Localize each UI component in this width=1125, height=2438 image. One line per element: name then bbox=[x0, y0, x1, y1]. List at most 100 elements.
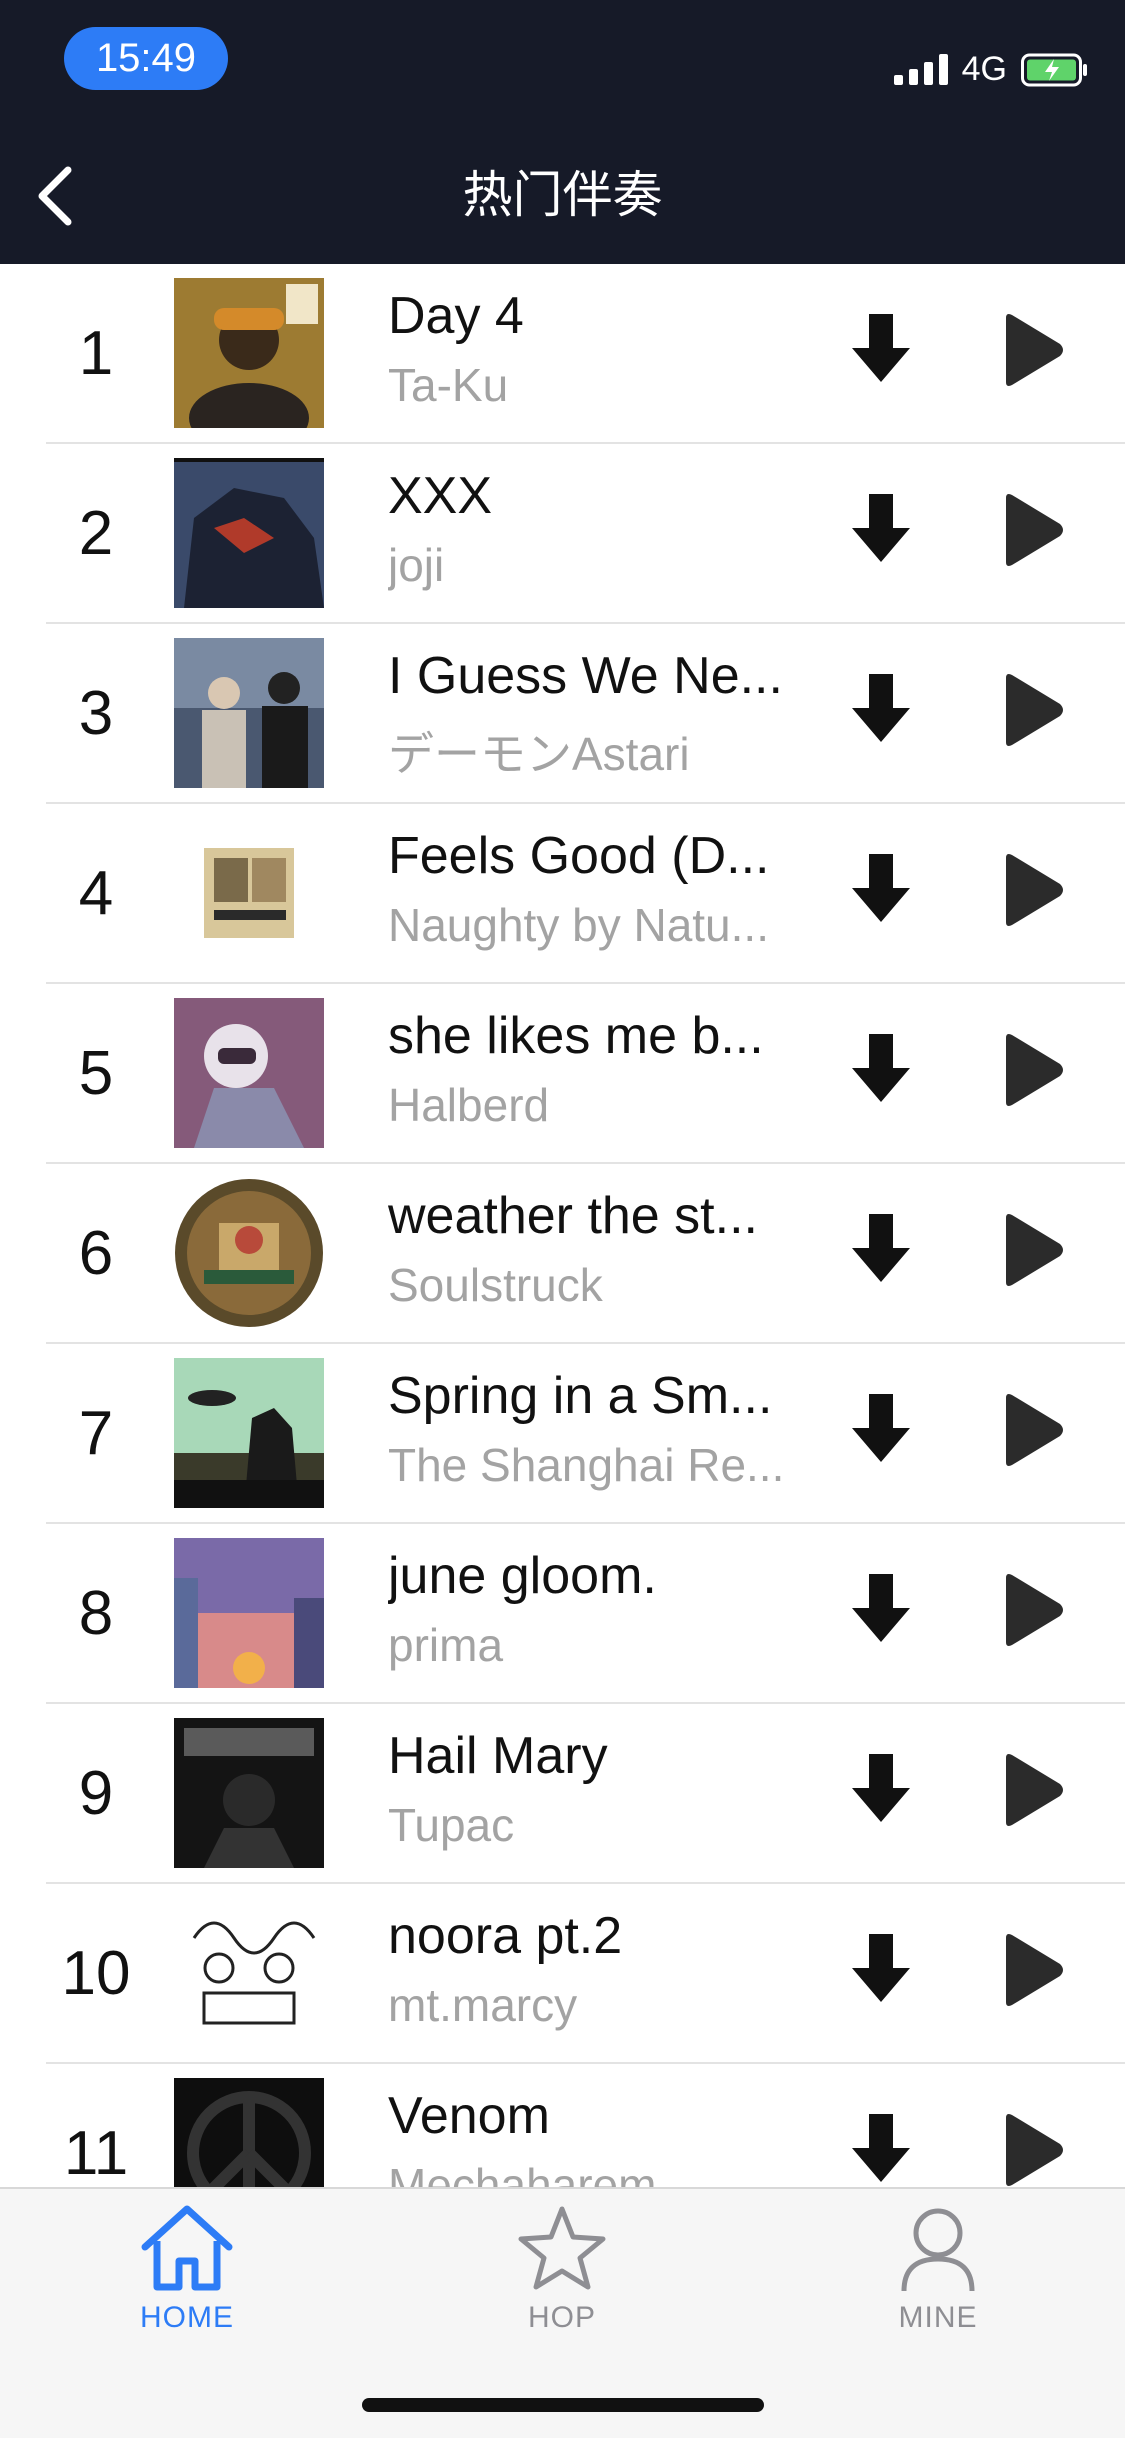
play-icon bbox=[1006, 494, 1063, 566]
track-artist: Tupac bbox=[388, 1799, 515, 1851]
play-button[interactable] bbox=[996, 1390, 1068, 1470]
track-artist: Halberd bbox=[388, 1079, 550, 1131]
status-indicators: 4G bbox=[893, 44, 1087, 94]
home-indicator bbox=[362, 2398, 764, 2412]
track-row[interactable]: 11 Venom Mechaharem bbox=[0, 2064, 1125, 2187]
album-cover bbox=[174, 818, 324, 968]
tab-mine[interactable]: MINE bbox=[838, 2203, 1038, 2343]
track-title: XXX bbox=[388, 467, 493, 525]
track-artist: デーモンAstari bbox=[388, 728, 690, 780]
play-button[interactable] bbox=[996, 310, 1068, 390]
download-button[interactable] bbox=[846, 488, 916, 568]
download-icon bbox=[852, 1574, 910, 1642]
track-rank: 5 bbox=[78, 1039, 114, 1108]
track-row[interactable]: 6 weather the st... Soulstruck bbox=[0, 1164, 1125, 1344]
download-icon bbox=[852, 1754, 910, 1822]
network-label: 4G bbox=[961, 49, 1007, 88]
download-icon bbox=[852, 674, 910, 742]
play-button[interactable] bbox=[996, 1210, 1068, 1290]
play-button[interactable] bbox=[996, 1030, 1068, 1110]
download-icon bbox=[852, 1394, 910, 1462]
track-title: june gloom. bbox=[388, 1547, 657, 1605]
play-icon bbox=[1006, 854, 1063, 926]
track-title: noora pt.2 bbox=[388, 1907, 623, 1965]
track-title: weather the st... bbox=[388, 1187, 758, 1245]
track-title: Hail Mary bbox=[388, 1727, 608, 1785]
home-icon bbox=[141, 2205, 233, 2291]
signal-icon bbox=[893, 53, 948, 85]
album-cover bbox=[174, 278, 324, 428]
star-icon bbox=[518, 2206, 606, 2290]
download-icon bbox=[852, 1034, 910, 1102]
play-icon bbox=[1006, 1754, 1063, 1826]
tab-home[interactable]: HOME bbox=[87, 2203, 287, 2343]
download-button[interactable] bbox=[846, 1568, 916, 1648]
download-icon bbox=[852, 1934, 910, 2002]
track-rank: 7 bbox=[78, 1399, 114, 1468]
battery-icon bbox=[1021, 53, 1087, 87]
track-artist: Soulstruck bbox=[388, 1259, 603, 1311]
download-button[interactable] bbox=[846, 308, 916, 388]
play-button[interactable] bbox=[996, 1930, 1068, 2010]
track-row[interactable]: 5 she likes me b... Halberd bbox=[0, 984, 1125, 1164]
track-rank: 6 bbox=[78, 1219, 114, 1288]
track-row[interactable]: 9 Hail Mary Tupac bbox=[0, 1704, 1125, 1884]
play-button[interactable] bbox=[996, 1570, 1068, 1650]
track-rank: 1 bbox=[78, 319, 114, 388]
play-icon bbox=[1006, 2114, 1063, 2186]
album-cover bbox=[174, 638, 324, 788]
play-icon bbox=[1006, 1574, 1063, 1646]
track-row[interactable]: 8 june gloom. prima bbox=[0, 1524, 1125, 1704]
album-cover bbox=[174, 2078, 324, 2187]
track-artist: Mechaharem bbox=[388, 2159, 657, 2187]
tab-hop[interactable]: HOP bbox=[462, 2203, 662, 2343]
play-button[interactable] bbox=[996, 2110, 1068, 2187]
download-button[interactable] bbox=[846, 2108, 916, 2187]
download-button[interactable] bbox=[846, 668, 916, 748]
album-cover bbox=[174, 1178, 324, 1328]
track-rank: 11 bbox=[63, 2119, 129, 2187]
download-button[interactable] bbox=[846, 1028, 916, 1108]
play-button[interactable] bbox=[996, 670, 1068, 750]
play-button[interactable] bbox=[996, 490, 1068, 570]
play-icon bbox=[1006, 1214, 1063, 1286]
download-button[interactable] bbox=[846, 1388, 916, 1468]
play-icon bbox=[1006, 1934, 1063, 2006]
download-button[interactable] bbox=[846, 1928, 916, 2008]
download-icon bbox=[852, 1214, 910, 1282]
play-icon bbox=[1006, 314, 1063, 386]
track-row[interactable]: 1 Day 4 Ta-Ku bbox=[0, 264, 1125, 444]
track-title: Feels Good (D... bbox=[388, 827, 770, 885]
track-row[interactable]: 10 noora pt.2 mt.marcy bbox=[0, 1884, 1125, 2064]
track-rank: 2 bbox=[78, 499, 114, 568]
play-icon bbox=[1006, 1394, 1063, 1466]
tab-mine-label: MINE bbox=[898, 2301, 978, 2334]
play-button[interactable] bbox=[996, 850, 1068, 930]
download-icon bbox=[852, 854, 910, 922]
play-button[interactable] bbox=[996, 1750, 1068, 1830]
track-row[interactable]: 2 XXX joji bbox=[0, 444, 1125, 624]
track-rank: 10 bbox=[61, 1939, 131, 2008]
track-artist: joji bbox=[388, 539, 445, 591]
track-row[interactable]: 3 I Guess We Ne... デーモンAstari bbox=[0, 624, 1125, 804]
download-button[interactable] bbox=[846, 848, 916, 928]
track-row[interactable]: 7 Spring in a Sm... The Shanghai Re... bbox=[0, 1344, 1125, 1524]
download-icon bbox=[852, 494, 910, 562]
download-button[interactable] bbox=[846, 1208, 916, 1288]
track-rank: 3 bbox=[78, 679, 114, 748]
track-artist: mt.marcy bbox=[388, 1979, 578, 2031]
track-title: Venom bbox=[388, 2087, 550, 2145]
download-button[interactable] bbox=[846, 1748, 916, 1828]
track-list[interactable]: 1 Day 4 Ta-Ku 2 XXX joji 3 I Guess We Ne… bbox=[0, 264, 1125, 2187]
track-rank: 9 bbox=[78, 1759, 114, 1828]
track-artist: Ta-Ku bbox=[388, 359, 509, 411]
track-title: Day 4 bbox=[388, 287, 524, 345]
track-artist: The Shanghai Re... bbox=[388, 1439, 785, 1491]
track-artist: Naughty by Natu... bbox=[388, 899, 769, 951]
top-bar: 15:49 4G 热门伴奏 bbox=[0, 0, 1125, 264]
play-icon bbox=[1006, 1034, 1063, 1106]
page-title: 热门伴奏 bbox=[462, 166, 663, 224]
album-cover bbox=[174, 998, 324, 1148]
track-rank: 4 bbox=[78, 859, 114, 928]
track-row[interactable]: 4 Feels Good (D... Naughty by Natu... bbox=[0, 804, 1125, 984]
